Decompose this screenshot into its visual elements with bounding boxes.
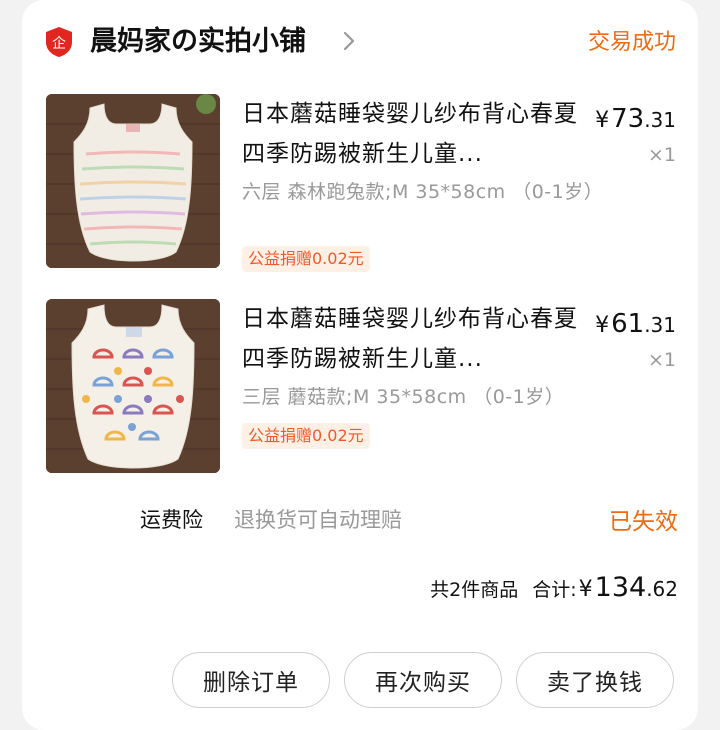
product-image[interactable]: [46, 299, 220, 473]
resell-button[interactable]: 卖了换钱: [516, 652, 674, 708]
product-quantity: ×1: [647, 144, 676, 166]
total-amount: 134: [594, 572, 647, 603]
delete-order-button[interactable]: 删除订单: [172, 652, 330, 708]
svg-text:企: 企: [52, 35, 66, 52]
product-image[interactable]: [46, 94, 220, 268]
chevron-right-icon: [343, 31, 355, 51]
shop-header[interactable]: 企 晨妈家の实拍小铺 交易成功: [22, 0, 698, 82]
insurance-label: 运费险: [140, 508, 203, 532]
order-summary: 共2件商品 合计:¥134.62: [430, 572, 678, 603]
product-title[interactable]: 日本蘑菇睡袋婴儿纱布背心春夏四季防踢被新生儿童...: [242, 299, 582, 379]
rebuy-button[interactable]: 再次购买: [344, 652, 502, 708]
product-price: ¥73.31: [595, 104, 676, 134]
product-item[interactable]: 日本蘑菇睡袋婴儿纱布背心春夏四季防踢被新生儿童... ¥61.31 ×1 三层 …: [22, 299, 698, 479]
product-title[interactable]: 日本蘑菇睡袋婴儿纱布背心春夏四季防踢被新生儿童...: [242, 94, 582, 174]
shipping-insurance-row[interactable]: 运费险 退换货可自动理赔 已失效: [22, 500, 698, 540]
order-status: 交易成功: [587, 30, 676, 55]
item-count: 共2件商品: [430, 579, 519, 601]
total-label: 合计:: [532, 579, 577, 601]
product-item[interactable]: 日本蘑菇睡袋婴儿纱布背心春夏四季防踢被新生儿童... ¥73.31 ×1 六层 …: [22, 94, 698, 274]
shop-badge-icon: 企: [46, 27, 72, 57]
product-quantity: ×1: [647, 349, 676, 371]
order-card: 企 晨妈家の实拍小铺 交易成功 日本蘑菇睡袋婴儿纱布背心春夏四季防踢被新生儿童.…: [22, 0, 698, 730]
insurance-status: 已失效: [609, 509, 678, 535]
charity-tag: 公益捐赠0.02元: [242, 246, 370, 272]
insurance-description: 退换货可自动理赔: [234, 508, 402, 532]
charity-tag: 公益捐赠0.02元: [242, 423, 370, 449]
product-price: ¥61.31: [595, 309, 676, 339]
product-sku: 三层 蘑菇款;M 35*58cm （0-1岁）: [242, 386, 565, 408]
product-sku: 六层 森林跑兔款;M 35*58cm （0-1岁）: [242, 181, 604, 203]
shop-name[interactable]: 晨妈家の实拍小铺: [90, 22, 306, 62]
